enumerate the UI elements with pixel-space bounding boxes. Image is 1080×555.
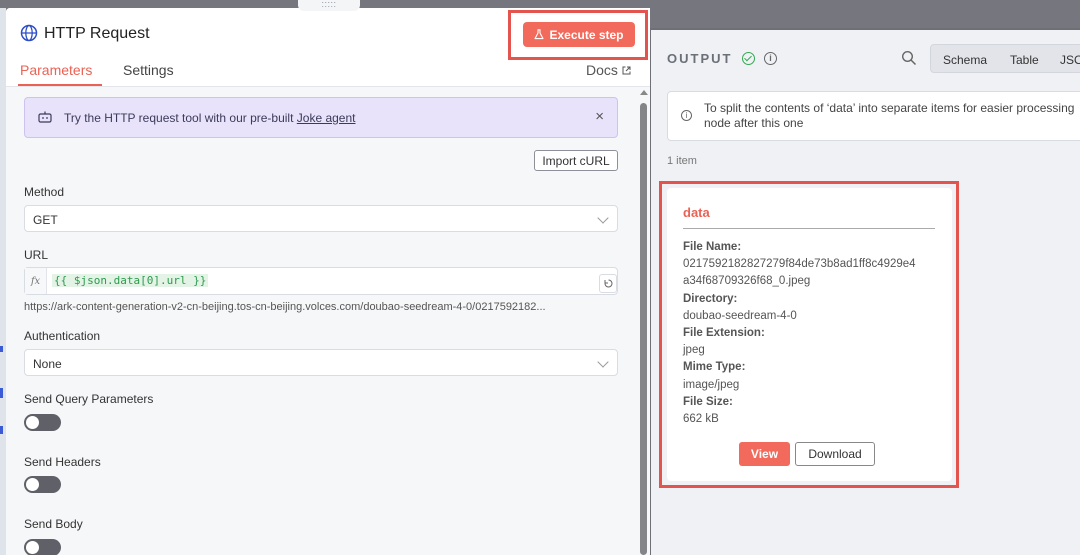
directory-value: doubao-seedream-4-0 bbox=[683, 309, 797, 322]
output-title: OUTPUT bbox=[667, 51, 733, 66]
chevron-down-icon bbox=[597, 212, 609, 224]
url-expression: {{ $json.data[0].url }} bbox=[52, 274, 209, 287]
tab-settings[interactable]: Settings bbox=[123, 62, 174, 78]
scroll-up-arrow[interactable] bbox=[640, 90, 648, 95]
mime-value: image/jpeg bbox=[683, 378, 740, 391]
close-icon[interactable]: × bbox=[595, 108, 604, 125]
send-body-toggle[interactable] bbox=[24, 539, 61, 555]
authentication-value: None bbox=[33, 357, 62, 371]
chat-icon bbox=[38, 111, 52, 123]
canvas-edge-mark bbox=[0, 426, 3, 434]
execute-step-button[interactable]: Execute step bbox=[523, 22, 635, 47]
canvas-edge-mark bbox=[0, 346, 3, 352]
callout-message: Try the HTTP request tool with our pre-b… bbox=[64, 111, 294, 125]
joke-agent-callout: Try the HTTP request tool with our pre-b… bbox=[24, 97, 618, 138]
send-query-toggle[interactable] bbox=[24, 414, 61, 431]
method-label: Method bbox=[24, 185, 65, 199]
card-divider bbox=[683, 228, 935, 229]
node-parameters-panel: HTTP Request Execute step Parameters Set… bbox=[6, 8, 650, 555]
drag-handle[interactable]: ::::: bbox=[298, 0, 360, 11]
execute-step-label: Execute step bbox=[549, 27, 624, 42]
size-label: File Size: bbox=[683, 395, 733, 408]
download-button[interactable]: Download bbox=[795, 442, 875, 466]
view-table[interactable]: Table bbox=[1010, 53, 1039, 67]
directory-label: Directory: bbox=[683, 292, 738, 305]
authentication-select[interactable]: None bbox=[24, 349, 618, 376]
url-resolved-preview: https://ark-content-generation-v2-cn-bei… bbox=[24, 301, 546, 313]
info-icon[interactable]: i bbox=[764, 52, 777, 65]
info-icon: i bbox=[681, 110, 692, 121]
send-body-label: Send Body bbox=[24, 517, 83, 531]
output-panel: OUTPUT i Schema Table JSO i To split the… bbox=[651, 30, 1080, 555]
node-header: HTTP Request Execute step Parameters Set… bbox=[6, 8, 650, 88]
expand-icon[interactable] bbox=[599, 274, 617, 293]
method-select[interactable]: GET bbox=[24, 205, 618, 232]
mime-label: Mime Type: bbox=[683, 361, 746, 374]
callout-text: Try the HTTP request tool with our pre-b… bbox=[64, 111, 356, 125]
authentication-label: Authentication bbox=[24, 329, 101, 343]
item-count: 1 item bbox=[667, 155, 697, 167]
card-title: data bbox=[683, 205, 710, 220]
url-input[interactable]: fx {{ $json.data[0].url }} bbox=[24, 267, 618, 295]
output-view-switch: Schema Table JSO bbox=[930, 44, 1080, 73]
split-hint-line-1: To split the contents of ‘data’ into sep… bbox=[704, 101, 1075, 115]
import-curl-button[interactable]: Import cURL bbox=[534, 150, 618, 171]
extension-value: jpeg bbox=[683, 344, 705, 357]
file-name-value-line-2: a34f68709326f68_0.jpeg bbox=[683, 275, 811, 288]
method-value: GET bbox=[33, 213, 58, 227]
file-name-label: File Name: bbox=[683, 241, 742, 253]
extension-label: File Extension: bbox=[683, 327, 765, 340]
binary-data-card: data File Name: 0217592182827279f84de73b… bbox=[667, 188, 952, 481]
canvas-edge-mark bbox=[0, 388, 3, 398]
search-icon[interactable] bbox=[901, 50, 917, 66]
view-button[interactable]: View bbox=[739, 442, 790, 466]
external-link-icon bbox=[622, 66, 631, 74]
docs-label: Docs bbox=[586, 62, 618, 78]
joke-agent-link[interactable]: Joke agent bbox=[297, 111, 356, 125]
view-schema[interactable]: Schema bbox=[943, 53, 987, 67]
url-label: URL bbox=[24, 248, 49, 262]
scrollbar-thumb[interactable] bbox=[640, 103, 647, 555]
check-circle-icon bbox=[742, 52, 755, 65]
view-json[interactable]: JSO bbox=[1060, 53, 1080, 67]
size-value: 662 kB bbox=[683, 413, 719, 426]
fx-icon: fx bbox=[25, 268, 47, 294]
file-name-value-line-1: 0217592182827279f84de73b8ad1ff8c4929e4 bbox=[683, 258, 916, 271]
chevron-down-icon bbox=[597, 356, 609, 368]
send-headers-toggle[interactable] bbox=[24, 476, 61, 493]
node-title: HTTP Request bbox=[44, 25, 150, 42]
docs-link[interactable]: Docs bbox=[586, 62, 631, 78]
tab-parameters[interactable]: Parameters bbox=[20, 62, 92, 78]
send-headers-label: Send Headers bbox=[24, 455, 101, 469]
split-hint-banner: i To split the contents of ‘data’ into s… bbox=[667, 91, 1080, 141]
flask-icon bbox=[534, 29, 545, 40]
globe-icon bbox=[20, 24, 38, 42]
card-details: File Name: 0217592182827279f84de73b8ad1f… bbox=[683, 239, 943, 428]
split-hint-line-2: node after this one bbox=[704, 116, 804, 130]
send-query-label: Send Query Parameters bbox=[24, 392, 154, 406]
split-hint-text: To split the contents of ‘data’ into sep… bbox=[704, 101, 1074, 131]
